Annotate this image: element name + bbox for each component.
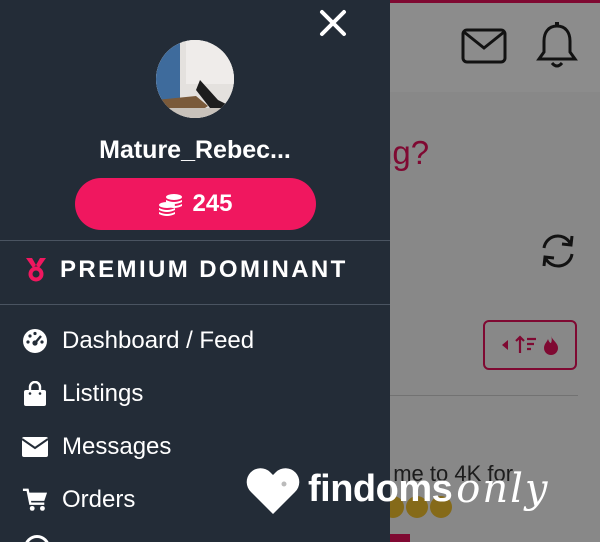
watermark-script-text: only: [456, 466, 550, 512]
menu-item-label: Messages: [62, 433, 172, 460]
coin-balance-value: 245: [192, 190, 233, 217]
close-icon: [320, 10, 346, 36]
watermark-text: findoms: [308, 467, 453, 510]
close-button[interactable]: [316, 6, 350, 40]
envelope-icon: [22, 434, 48, 460]
rank-badge: PREMIUM DOMINANT: [24, 256, 348, 284]
cart-icon: [22, 487, 48, 513]
menu-item-orders[interactable]: Orders: [22, 486, 135, 514]
coin-balance-button[interactable]: 245: [75, 178, 316, 230]
divider: [0, 240, 390, 241]
menu-item-label: Orders: [62, 486, 136, 513]
menu-item-dashboard[interactable]: Dashboard / Feed: [22, 327, 254, 355]
menu-item-label: Dashboard / Feed: [62, 327, 255, 354]
coins-icon: [159, 194, 183, 216]
menu-item-messages[interactable]: Messages: [22, 433, 171, 461]
heart-tag-logo-icon: [246, 468, 300, 514]
menu-item-listings[interactable]: Listings: [22, 380, 143, 408]
username[interactable]: Mature_Rebec...: [0, 136, 390, 165]
dashboard-gauge-icon: [22, 328, 48, 354]
menu-item-icon: [24, 535, 50, 542]
divider: [0, 304, 390, 305]
avatar[interactable]: [156, 40, 234, 118]
medal-icon: [26, 258, 46, 282]
side-drawer: Mature_Rebec... 245 PREMIUM DOMINANT Das…: [0, 0, 390, 542]
shopping-bag-icon: [22, 381, 48, 407]
brand-watermark: findoms only: [246, 462, 550, 516]
menu-item-label: Listings: [62, 380, 144, 407]
rank-label: PREMIUM DOMINANT: [60, 256, 348, 283]
